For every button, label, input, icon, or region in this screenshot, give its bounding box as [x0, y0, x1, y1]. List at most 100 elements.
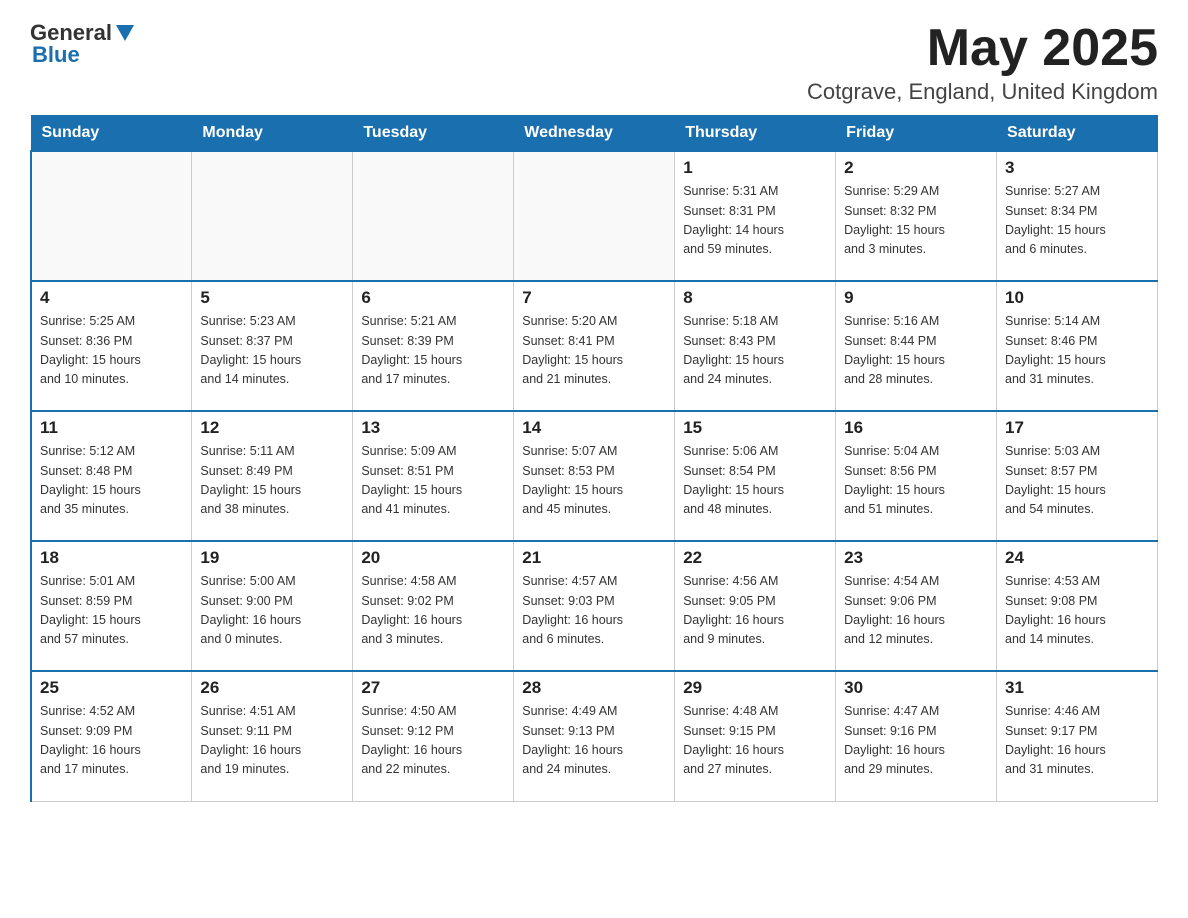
calendar-day-header: Wednesday [514, 116, 675, 152]
day-info: Sunrise: 4:57 AM Sunset: 9:03 PM Dayligh… [522, 572, 666, 650]
calendar-day-cell: 31 Sunrise: 4:46 AM Sunset: 9:17 PM Dayli… [997, 671, 1158, 801]
calendar-header-row: SundayMondayTuesdayWednesdayThursdayFrid… [31, 116, 1158, 152]
day-number: 30 [844, 678, 988, 698]
day-info: Sunrise: 4:51 AM Sunset: 9:11 PM Dayligh… [200, 702, 344, 780]
day-info: Sunrise: 5:23 AM Sunset: 8:37 PM Dayligh… [200, 312, 344, 390]
calendar-day-cell [192, 151, 353, 281]
calendar-day-cell: 1Sunrise: 5:31 AM Sunset: 8:31 PM Daylig… [675, 151, 836, 281]
calendar-day-cell: 20 Sunrise: 4:58 AM Sunset: 9:02 PM Dayli… [353, 541, 514, 671]
calendar-day-header: Saturday [997, 116, 1158, 152]
day-number: 24 [1005, 548, 1149, 568]
calendar-day-cell: 2 Sunrise: 5:29 AM Sunset: 8:32 PM Daylig… [836, 151, 997, 281]
calendar-day-cell: 22 Sunrise: 4:56 AM Sunset: 9:05 PM Dayli… [675, 541, 836, 671]
calendar-day-cell: 7 Sunrise: 5:20 AM Sunset: 8:41 PM Daylig… [514, 281, 675, 411]
calendar-day-header: Thursday [675, 116, 836, 152]
day-number: 18 [40, 548, 183, 568]
calendar-table: SundayMondayTuesdayWednesdayThursdayFrid… [30, 115, 1158, 802]
day-number: 26 [200, 678, 344, 698]
day-info: Sunrise: 5:00 AM Sunset: 9:00 PM Dayligh… [200, 572, 344, 650]
day-number: 14 [522, 418, 666, 438]
day-info: Sunrise: 5:07 AM Sunset: 8:53 PM Dayligh… [522, 442, 666, 520]
day-number: 3 [1005, 158, 1149, 178]
day-number: 10 [1005, 288, 1149, 308]
day-info: Sunrise: 5:03 AM Sunset: 8:57 PM Dayligh… [1005, 442, 1149, 520]
day-info: Sunrise: 4:46 AM Sunset: 9:17 PM Dayligh… [1005, 702, 1149, 780]
day-info: Sunrise: 4:58 AM Sunset: 9:02 PM Dayligh… [361, 572, 505, 650]
calendar-day-cell [31, 151, 192, 281]
title-section: May 2025 Cotgrave, England, United Kingd… [807, 20, 1158, 105]
logo: General Blue [30, 20, 136, 68]
month-title: May 2025 [807, 20, 1158, 77]
day-number: 15 [683, 418, 827, 438]
day-info: Sunrise: 5:18 AM Sunset: 8:43 PM Dayligh… [683, 312, 827, 390]
calendar-day-cell: 14 Sunrise: 5:07 AM Sunset: 8:53 PM Dayli… [514, 411, 675, 541]
calendar-day-cell: 25Sunrise: 4:52 AM Sunset: 9:09 PM Dayli… [31, 671, 192, 801]
calendar-day-cell: 30 Sunrise: 4:47 AM Sunset: 9:16 PM Dayli… [836, 671, 997, 801]
calendar-day-cell: 24 Sunrise: 4:53 AM Sunset: 9:08 PM Dayli… [997, 541, 1158, 671]
calendar-day-cell: 21 Sunrise: 4:57 AM Sunset: 9:03 PM Dayli… [514, 541, 675, 671]
calendar-day-cell: 11Sunrise: 5:12 AM Sunset: 8:48 PM Dayli… [31, 411, 192, 541]
day-number: 4 [40, 288, 183, 308]
calendar-day-cell: 3Sunrise: 5:27 AM Sunset: 8:34 PM Daylig… [997, 151, 1158, 281]
calendar-day-cell: 18 Sunrise: 5:01 AM Sunset: 8:59 PM Dayli… [31, 541, 192, 671]
day-number: 12 [200, 418, 344, 438]
calendar-week-row: 1Sunrise: 5:31 AM Sunset: 8:31 PM Daylig… [31, 151, 1158, 281]
day-info: Sunrise: 5:04 AM Sunset: 8:56 PM Dayligh… [844, 442, 988, 520]
calendar-day-cell: 28Sunrise: 4:49 AM Sunset: 9:13 PM Dayli… [514, 671, 675, 801]
calendar-day-cell: 23 Sunrise: 4:54 AM Sunset: 9:06 PM Dayli… [836, 541, 997, 671]
day-number: 1 [683, 158, 827, 178]
calendar-day-cell: 26 Sunrise: 4:51 AM Sunset: 9:11 PM Dayli… [192, 671, 353, 801]
calendar-day-cell [514, 151, 675, 281]
day-number: 22 [683, 548, 827, 568]
day-info: Sunrise: 4:52 AM Sunset: 9:09 PM Dayligh… [40, 702, 183, 780]
calendar-day-header: Friday [836, 116, 997, 152]
calendar-day-cell [353, 151, 514, 281]
calendar-day-cell: 8Sunrise: 5:18 AM Sunset: 8:43 PM Daylig… [675, 281, 836, 411]
day-info: Sunrise: 4:47 AM Sunset: 9:16 PM Dayligh… [844, 702, 988, 780]
calendar-day-header: Sunday [31, 116, 192, 152]
calendar-week-row: 4 Sunrise: 5:25 AM Sunset: 8:36 PM Daylig… [31, 281, 1158, 411]
day-number: 20 [361, 548, 505, 568]
day-info: Sunrise: 4:48 AM Sunset: 9:15 PM Dayligh… [683, 702, 827, 780]
day-info: Sunrise: 5:16 AM Sunset: 8:44 PM Dayligh… [844, 312, 988, 390]
day-number: 11 [40, 418, 183, 438]
day-number: 7 [522, 288, 666, 308]
day-number: 2 [844, 158, 988, 178]
day-info: Sunrise: 4:50 AM Sunset: 9:12 PM Dayligh… [361, 702, 505, 780]
calendar-day-cell: 4 Sunrise: 5:25 AM Sunset: 8:36 PM Daylig… [31, 281, 192, 411]
calendar-day-cell: 15 Sunrise: 5:06 AM Sunset: 8:54 PM Dayli… [675, 411, 836, 541]
day-info: Sunrise: 5:21 AM Sunset: 8:39 PM Dayligh… [361, 312, 505, 390]
day-number: 31 [1005, 678, 1149, 698]
calendar-day-cell: 27 Sunrise: 4:50 AM Sunset: 9:12 PM Dayli… [353, 671, 514, 801]
calendar-day-cell: 29 Sunrise: 4:48 AM Sunset: 9:15 PM Dayli… [675, 671, 836, 801]
day-number: 29 [683, 678, 827, 698]
logo-triangle-icon [114, 21, 136, 43]
day-number: 5 [200, 288, 344, 308]
day-info: Sunrise: 5:09 AM Sunset: 8:51 PM Dayligh… [361, 442, 505, 520]
day-number: 16 [844, 418, 988, 438]
day-info: Sunrise: 5:29 AM Sunset: 8:32 PM Dayligh… [844, 182, 988, 260]
calendar-day-cell: 16 Sunrise: 5:04 AM Sunset: 8:56 PM Dayli… [836, 411, 997, 541]
day-info: Sunrise: 5:11 AM Sunset: 8:49 PM Dayligh… [200, 442, 344, 520]
day-number: 27 [361, 678, 505, 698]
day-info: Sunrise: 4:56 AM Sunset: 9:05 PM Dayligh… [683, 572, 827, 650]
day-info: Sunrise: 5:06 AM Sunset: 8:54 PM Dayligh… [683, 442, 827, 520]
day-number: 21 [522, 548, 666, 568]
day-info: Sunrise: 4:53 AM Sunset: 9:08 PM Dayligh… [1005, 572, 1149, 650]
calendar-week-row: 11Sunrise: 5:12 AM Sunset: 8:48 PM Dayli… [31, 411, 1158, 541]
day-info: Sunrise: 4:54 AM Sunset: 9:06 PM Dayligh… [844, 572, 988, 650]
calendar-day-cell: 5 Sunrise: 5:23 AM Sunset: 8:37 PM Daylig… [192, 281, 353, 411]
location-label: Cotgrave, England, United Kingdom [807, 79, 1158, 105]
page-header: General Blue May 2025 Cotgrave, England,… [30, 20, 1158, 105]
day-number: 23 [844, 548, 988, 568]
calendar-day-cell: 12 Sunrise: 5:11 AM Sunset: 8:49 PM Dayli… [192, 411, 353, 541]
calendar-day-cell: 13Sunrise: 5:09 AM Sunset: 8:51 PM Dayli… [353, 411, 514, 541]
calendar-day-cell: 10Sunrise: 5:14 AM Sunset: 8:46 PM Dayli… [997, 281, 1158, 411]
calendar-day-header: Monday [192, 116, 353, 152]
calendar-week-row: 25Sunrise: 4:52 AM Sunset: 9:09 PM Dayli… [31, 671, 1158, 801]
day-info: Sunrise: 5:20 AM Sunset: 8:41 PM Dayligh… [522, 312, 666, 390]
logo-blue-text: Blue [32, 42, 80, 68]
day-info: Sunrise: 5:01 AM Sunset: 8:59 PM Dayligh… [40, 572, 183, 650]
day-info: Sunrise: 5:25 AM Sunset: 8:36 PM Dayligh… [40, 312, 183, 390]
calendar-day-cell: 9Sunrise: 5:16 AM Sunset: 8:44 PM Daylig… [836, 281, 997, 411]
